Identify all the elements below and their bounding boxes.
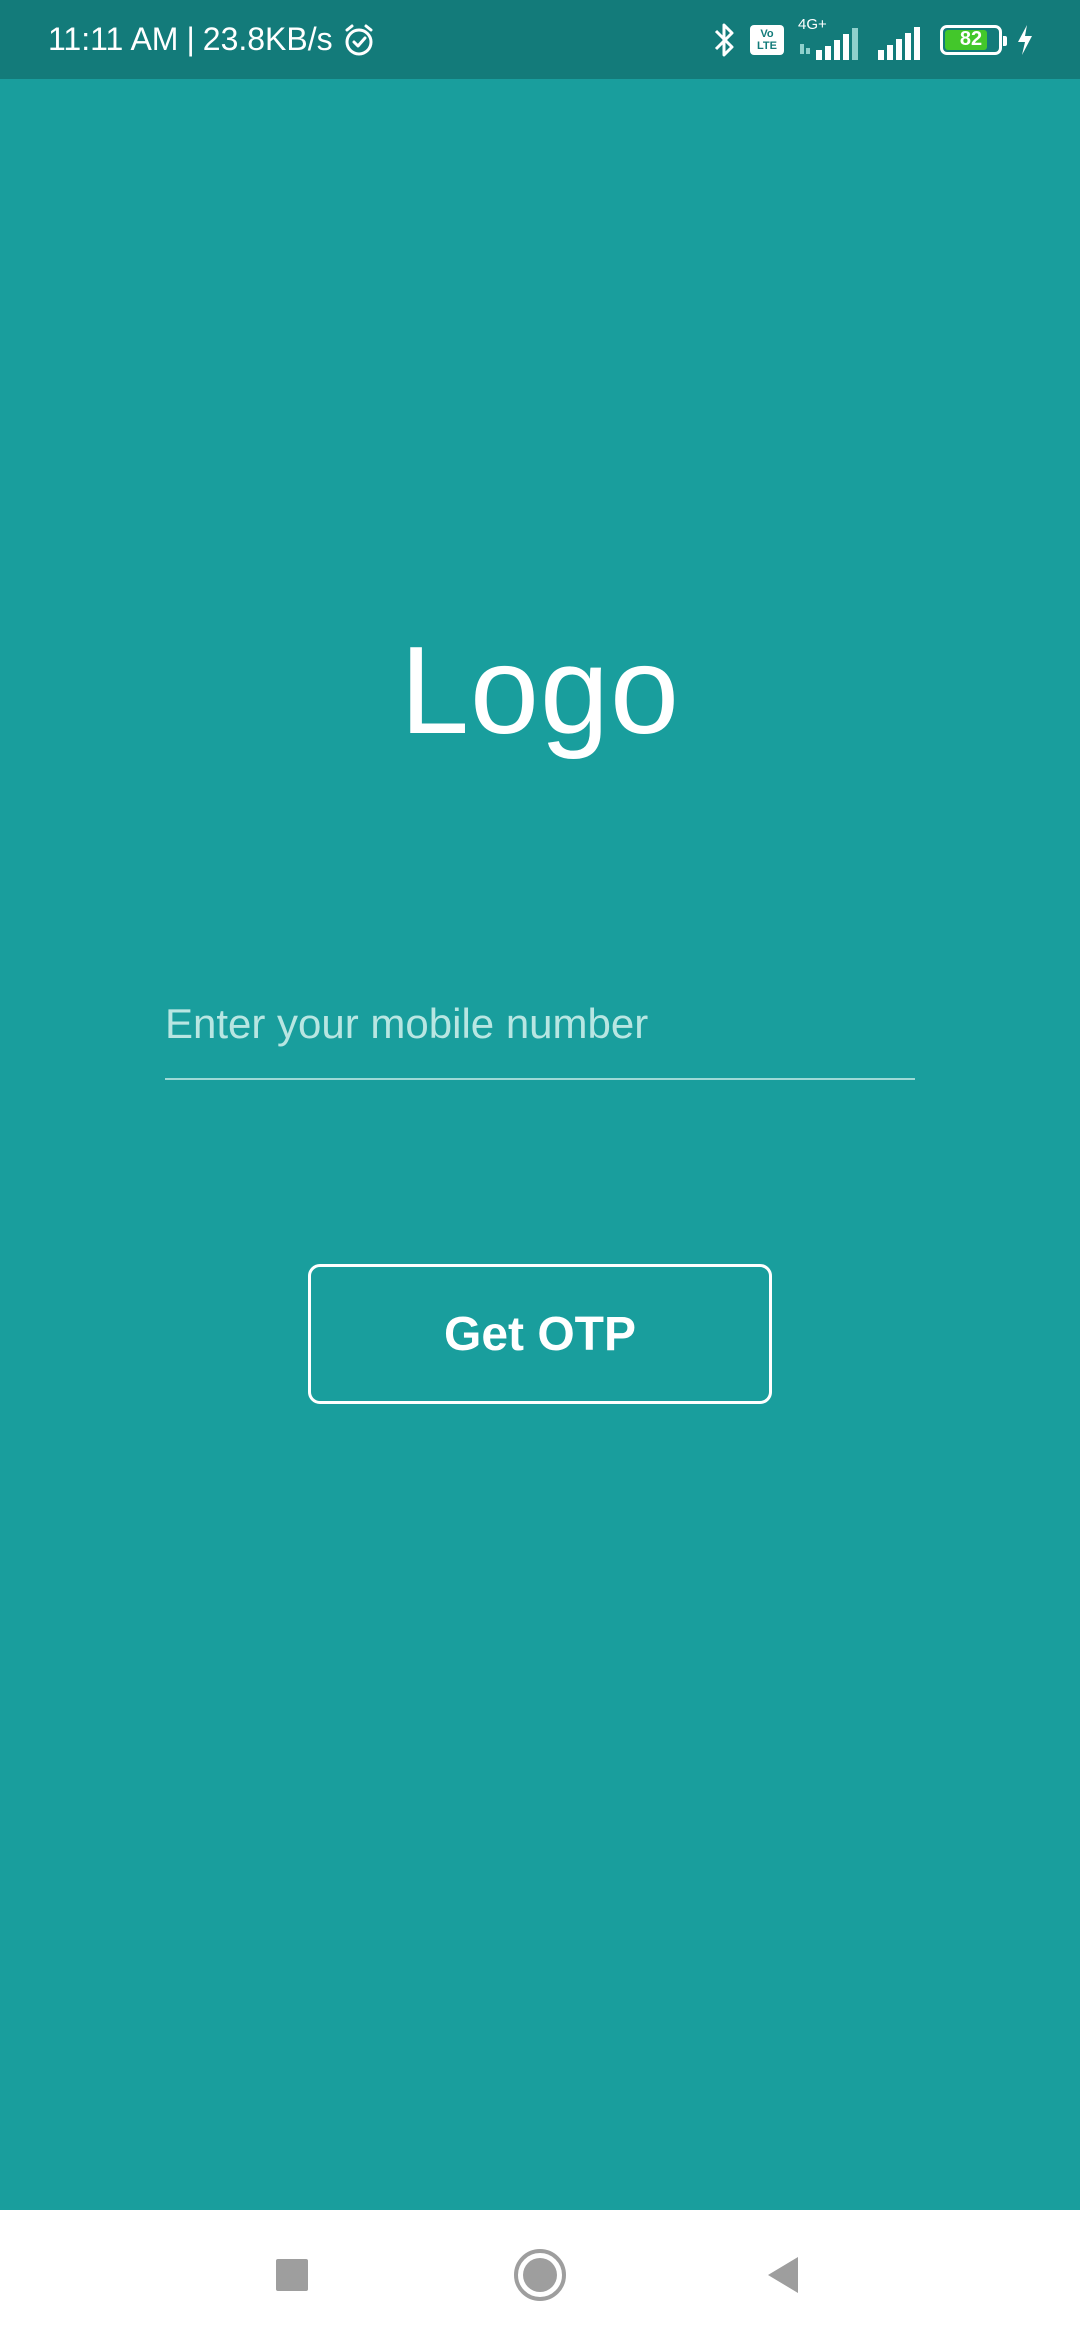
mobile-signal-1: 4G+: [798, 16, 862, 62]
alarm-icon: [341, 22, 377, 58]
home-button[interactable]: [480, 2210, 600, 2340]
mobile-number-input[interactable]: [165, 970, 915, 1080]
volte-bottom-label: LTE: [757, 39, 777, 52]
clock: 11:11 AM: [48, 21, 179, 57]
bluetooth-icon: [712, 20, 736, 60]
status-right: Vo LTE 4G+ 82: [712, 16, 1034, 62]
volte-icon: Vo LTE: [750, 24, 784, 55]
volte-top-label: Vo: [760, 27, 774, 40]
status-separator: |: [186, 21, 195, 57]
battery-level: 82: [959, 28, 983, 50]
status-bar: 11:11 AM | 23.8KB/s Vo LTE 4G+ 82: [0, 0, 1080, 79]
recent-apps-icon: [276, 2259, 308, 2291]
navigation-bar: [0, 2210, 1080, 2340]
status-left: 11:11 AM | 23.8KB/s: [48, 21, 377, 58]
recent-apps-button[interactable]: [232, 2210, 352, 2340]
back-button[interactable]: [724, 2210, 844, 2340]
logo-text: Logo: [400, 622, 680, 760]
signal-icon: [878, 26, 920, 60]
get-otp-button[interactable]: Get OTP: [308, 1264, 772, 1404]
signal-icon: [800, 27, 858, 60]
back-icon: [768, 2257, 798, 2293]
charging-icon: [1016, 24, 1034, 56]
battery-icon: 82: [940, 24, 1007, 55]
home-icon: [514, 2249, 566, 2301]
network-speed: 23.8KB/s: [202, 21, 333, 57]
